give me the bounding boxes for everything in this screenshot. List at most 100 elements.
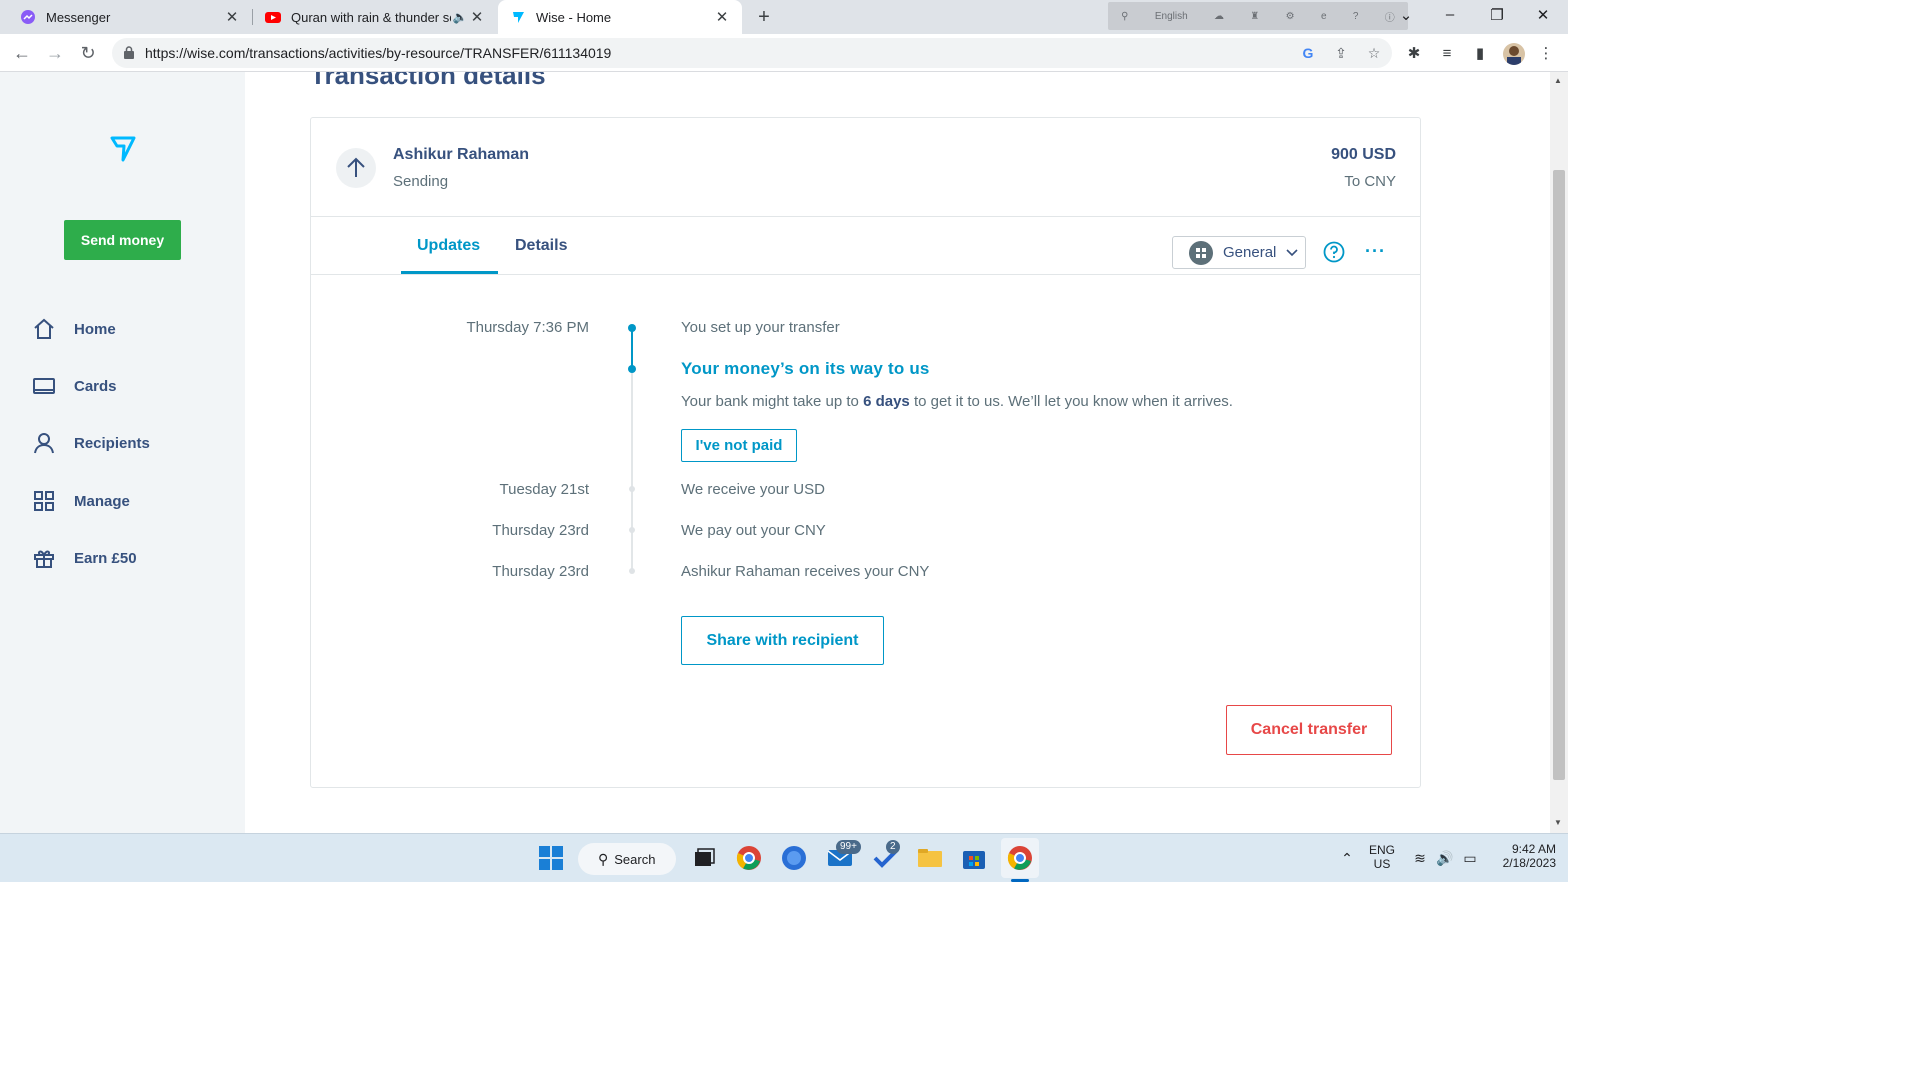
lock-icon [124, 46, 134, 59]
new-tab-button[interactable]: + [752, 5, 776, 29]
volume-icon[interactable]: 🔊 [1436, 849, 1454, 867]
sidebar-item-label: Earn £50 [74, 549, 137, 567]
language-code: ENG [1368, 843, 1395, 857]
speaker-icon[interactable]: 🔈 [451, 10, 469, 24]
chevron-down-icon[interactable]: ⌄ [1396, 6, 1416, 26]
tab-wise[interactable]: Wise - Home ✕ [498, 0, 742, 34]
tab-youtube[interactable]: Quran with rain & thunder sc 🔈 ✕ [253, 0, 497, 34]
more-options-icon[interactable]: ··· [1365, 241, 1385, 263]
cancel-transfer-button[interactable]: Cancel transfer [1226, 705, 1392, 755]
timeline-step: You set up your transfer [681, 319, 840, 336]
firefox-icon[interactable] [780, 844, 808, 872]
sidebar-item-cards[interactable]: Cards [32, 371, 117, 401]
timeline-dot-current [628, 365, 636, 373]
scroll-thumb[interactable] [1553, 170, 1565, 780]
tab-updates[interactable]: Updates [417, 237, 480, 255]
language-label[interactable]: English [1155, 11, 1188, 22]
menu-icon[interactable]: ⋮ [1535, 43, 1557, 65]
google-icon[interactable]: G [1298, 43, 1318, 63]
sidebar-item-label: Home [74, 320, 116, 338]
share-icon[interactable]: ⇪ [1331, 43, 1351, 63]
grid-icon [1189, 240, 1213, 265]
sidebar-item-home[interactable]: Home [32, 314, 116, 344]
timeline-dot [628, 324, 636, 332]
chrome-profile-icon[interactable] [1006, 844, 1034, 872]
recipients-icon [34, 433, 54, 454]
windows-start-icon[interactable] [537, 844, 565, 872]
sidebar-item-manage[interactable]: Manage [32, 486, 130, 516]
edge-icon[interactable]: e [1321, 11, 1327, 22]
target-currency: To CNY [1344, 173, 1396, 190]
tab-details[interactable]: Details [515, 237, 567, 255]
reload-button[interactable]: ↻ [76, 41, 100, 65]
clock[interactable]: 9:42 AM 2/18/2023 [1488, 842, 1556, 870]
transaction-card: Ashikur Rahaman Sending 900 USD To CNY U… [310, 117, 1421, 788]
close-window-button[interactable]: ✕ [1533, 6, 1553, 26]
windows-taskbar: ⚲ Search 99+ 2 ⌃ ENG US ≋ 🔊 ▭ 9:42 AM 2/… [0, 833, 1568, 882]
url-text[interactable]: https://wise.com/transactions/activities… [145, 45, 611, 61]
extension-icon[interactable]: ⚲ [1121, 11, 1128, 22]
sidebar-item-recipients[interactable]: Recipients [32, 428, 150, 458]
close-icon[interactable]: ✕ [224, 8, 240, 26]
chrome-icon[interactable] [735, 844, 763, 872]
clock-time: 9:42 AM [1511, 842, 1556, 856]
trophy-icon[interactable]: ♜ [1250, 11, 1259, 22]
help-icon[interactable] [1323, 241, 1345, 263]
transfer-amount: 900 USD [1331, 146, 1396, 163]
page-scrollbar[interactable]: ▲ ▼ [1550, 72, 1568, 833]
detail-tabs: Updates Details General ··· [311, 217, 1420, 275]
chevron-down-icon [1286, 248, 1298, 256]
extensions-icon[interactable]: ✱ [1403, 43, 1425, 65]
gear-icon[interactable]: ⚙ [1286, 11, 1295, 22]
current-step-headline: Your money’s on its way to us [681, 359, 930, 378]
timeline-date: Thursday 23rd [492, 563, 589, 580]
back-button[interactable]: ← [10, 41, 34, 65]
timeline-dot [629, 486, 635, 492]
youtube-icon [265, 12, 281, 23]
media-icon[interactable]: ≡ [1436, 43, 1458, 65]
address-bar[interactable]: https://wise.com/transactions/activities… [112, 38, 1392, 68]
note-days: 6 days [863, 393, 910, 410]
side-panel-icon[interactable]: ▮ [1469, 43, 1491, 65]
clock-date: 2/18/2023 [1502, 856, 1556, 870]
scroll-up-icon[interactable]: ▲ [1554, 76, 1562, 85]
tab-title: Messenger [46, 9, 111, 25]
timeline-line [631, 369, 633, 571]
sidebar-item-label: Recipients [74, 434, 150, 452]
transfer-status: Sending [393, 173, 449, 190]
region-code: US [1373, 857, 1391, 871]
minimize-button[interactable]: – [1440, 6, 1460, 26]
info-icon[interactable]: ⓘ [1385, 9, 1395, 24]
file-explorer-icon[interactable] [916, 844, 944, 872]
store-icon[interactable] [960, 844, 988, 872]
close-icon[interactable]: ✕ [469, 8, 485, 26]
timeline-step: Ashikur Rahaman receives your CNY [681, 563, 930, 580]
send-money-button[interactable]: Send money [64, 220, 181, 260]
sidebar-item-earn[interactable]: Earn £50 [32, 543, 137, 573]
timeline-date: Thursday 7:36 PM [466, 319, 589, 336]
profile-avatar[interactable] [1503, 43, 1525, 65]
share-with-recipient-button[interactable]: Share with recipient [681, 616, 884, 665]
wifi-icon[interactable]: ≋ [1411, 849, 1429, 867]
timeline-dot [629, 568, 635, 574]
not-paid-button[interactable]: I've not paid [681, 429, 797, 462]
chevron-up-icon[interactable]: ⌃ [1338, 849, 1356, 867]
star-icon[interactable]: ☆ [1364, 43, 1384, 63]
language-indicator[interactable]: ENG US [1366, 843, 1398, 871]
forward-button[interactable]: → [43, 41, 67, 65]
wise-logo[interactable] [108, 132, 138, 162]
task-view-icon[interactable] [690, 844, 718, 872]
help-icon[interactable]: ? [1353, 11, 1359, 22]
grid-icon [34, 491, 54, 511]
messenger-icon [21, 10, 35, 24]
restore-button[interactable]: ❐ [1487, 6, 1507, 26]
close-icon[interactable]: ✕ [714, 8, 730, 26]
battery-icon[interactable]: ▭ [1461, 849, 1479, 867]
extension-toolbar: ⚲ English ☁ ♜ ⚙ e ? ⓘ [1108, 2, 1408, 30]
taskbar-search[interactable]: ⚲ Search [578, 843, 676, 875]
cloud-icon[interactable]: ☁ [1214, 11, 1224, 22]
general-dropdown[interactable]: General [1172, 236, 1306, 269]
timeline-dot [629, 527, 635, 533]
tab-messenger[interactable]: Messenger ✕ [8, 0, 252, 34]
scroll-down-icon[interactable]: ▼ [1554, 818, 1562, 827]
